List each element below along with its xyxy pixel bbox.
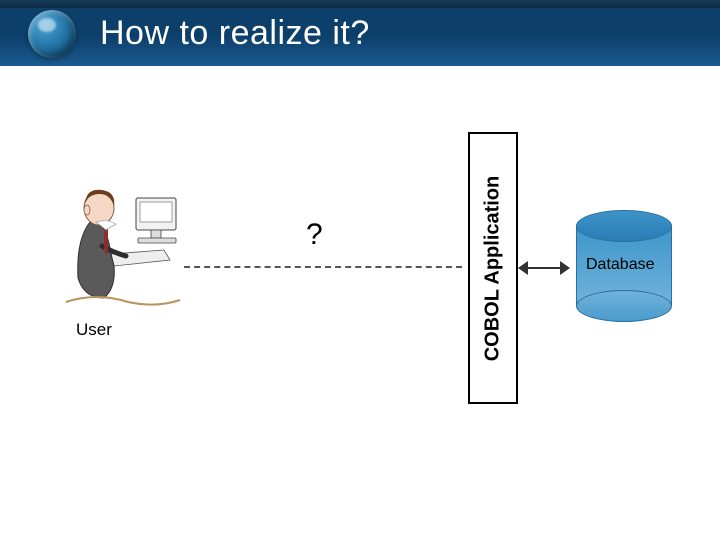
database-label: Database: [586, 256, 655, 274]
cobol-application-box: COBOL Application: [468, 132, 518, 404]
title-stripe: [0, 0, 720, 8]
arrow-right-icon: [560, 261, 570, 275]
double-arrow-connector: [518, 261, 570, 275]
user-label: User: [76, 320, 112, 340]
connector-line: [526, 267, 562, 269]
user-illustration: [56, 180, 186, 310]
question-mark: ?: [306, 218, 323, 252]
slide-title: How to realize it?: [100, 14, 370, 53]
dashed-connection-line: [184, 266, 462, 268]
cobol-application-label: COBOL Application: [482, 175, 505, 361]
logo-globe-icon: [28, 10, 76, 58]
slide: How to realize it?: [0, 0, 720, 540]
title-bar: How to realize it?: [0, 0, 720, 66]
